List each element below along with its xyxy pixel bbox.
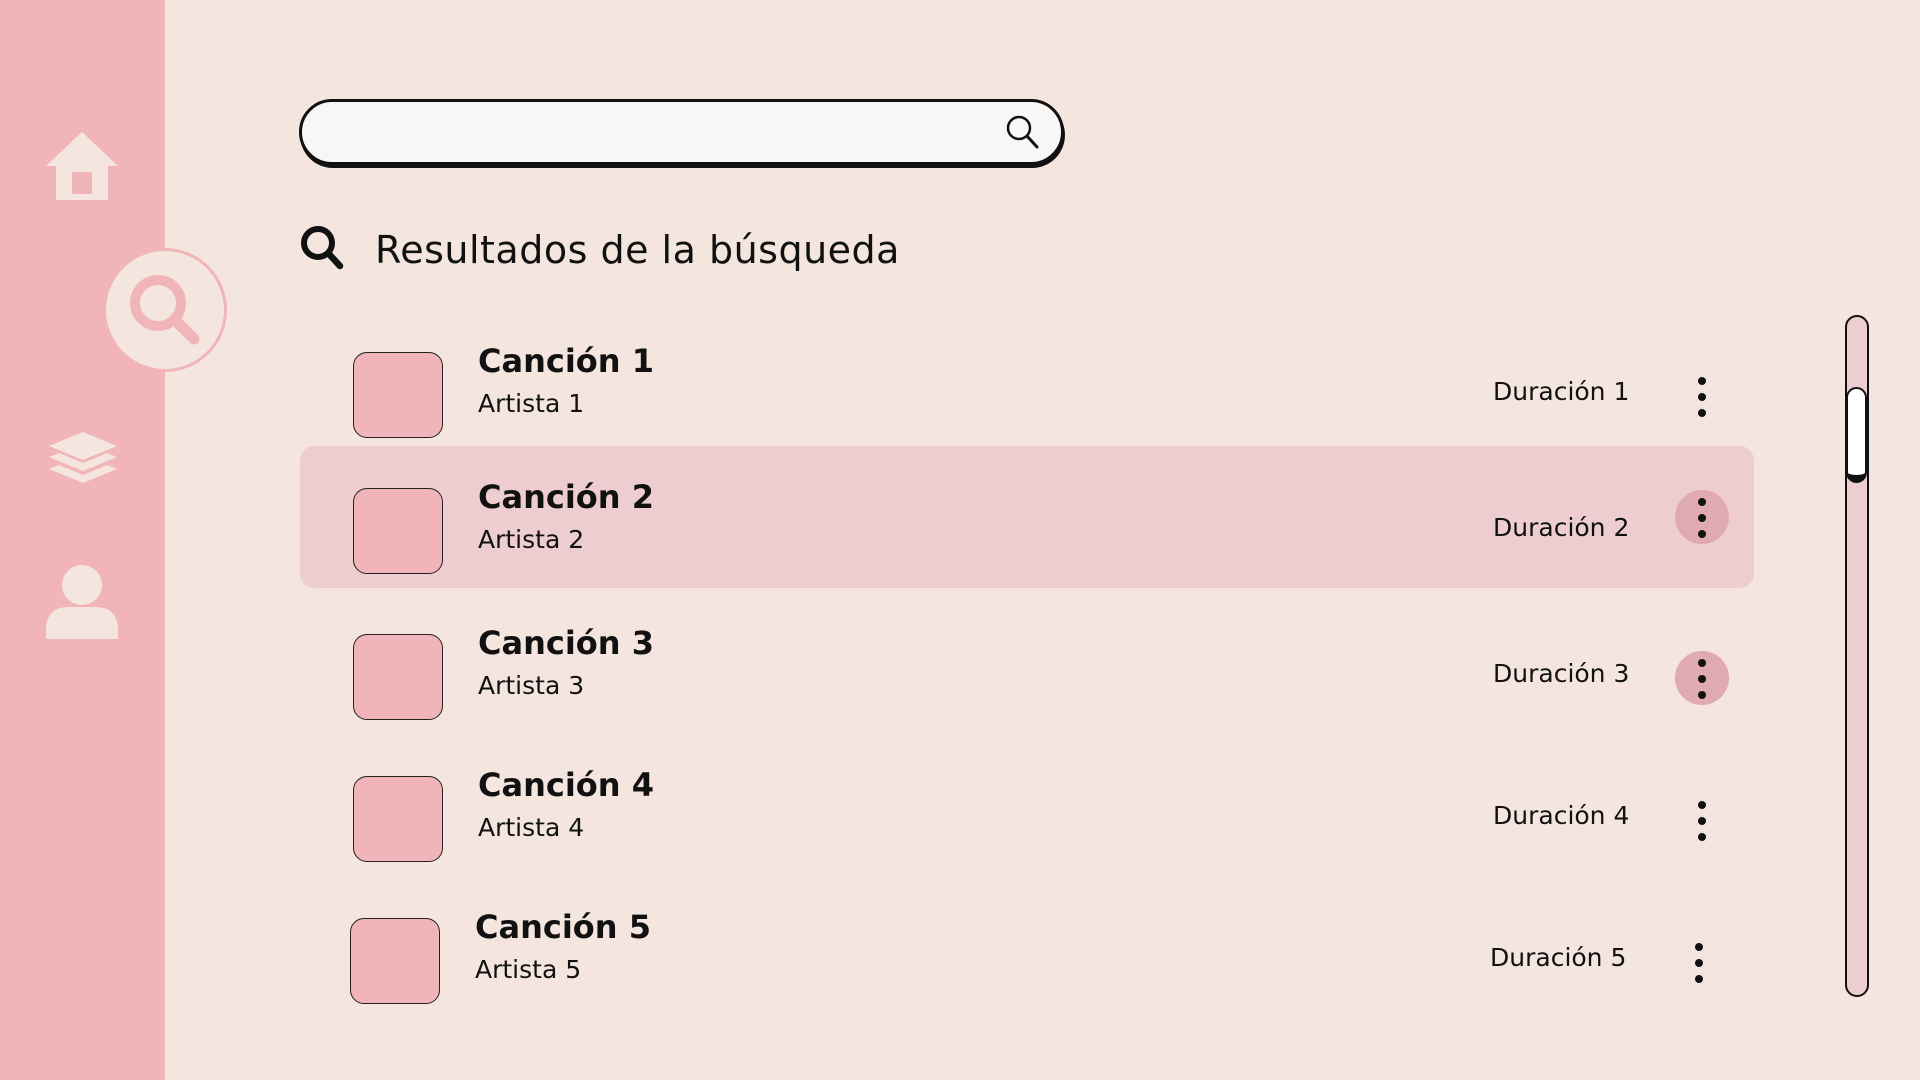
sidebar-item-search[interactable]	[103, 248, 227, 372]
song-duration: Duración 3	[1493, 659, 1630, 688]
song-artist: Artista 3	[478, 671, 585, 700]
song-duration: Duración 2	[1493, 513, 1630, 542]
more-vertical-icon	[1698, 801, 1706, 841]
more-options-button[interactable]	[1675, 793, 1729, 847]
layers-icon	[49, 432, 117, 483]
song-artist: Artista 2	[478, 525, 585, 554]
more-vertical-icon	[1698, 377, 1706, 417]
search-icon	[299, 224, 345, 276]
song-artist: Artista 1	[478, 389, 585, 418]
sidebar-item-home[interactable]	[46, 130, 118, 202]
search-bar	[299, 99, 1064, 165]
song-thumbnail	[353, 776, 443, 862]
more-options-button[interactable]	[1675, 490, 1729, 544]
search-submit-button[interactable]	[1005, 114, 1039, 154]
song-duration: Duración 5	[1490, 943, 1627, 972]
song-row[interactable]: Canción 5 Artista 5 Duración 5	[297, 891, 1751, 1033]
more-options-button[interactable]	[1675, 651, 1729, 705]
results-title: Resultados de la búsqueda	[375, 228, 900, 272]
song-thumbnail	[353, 488, 443, 574]
scrollbar-thumb[interactable]	[1846, 387, 1867, 483]
more-options-button[interactable]	[1672, 935, 1726, 989]
song-title: Canción 1	[478, 342, 654, 380]
more-vertical-icon	[1698, 498, 1706, 538]
search-icon	[130, 275, 200, 345]
home-icon	[46, 132, 118, 200]
song-row[interactable]: Canción 3 Artista 3 Duración 3	[300, 607, 1754, 749]
sidebar-item-profile[interactable]	[46, 565, 118, 639]
song-title: Canción 5	[475, 908, 651, 946]
search-input[interactable]	[330, 110, 974, 156]
song-thumbnail	[353, 352, 443, 438]
song-title: Canción 2	[478, 478, 654, 516]
song-title: Canción 3	[478, 624, 654, 662]
user-icon	[46, 565, 118, 639]
sidebar	[0, 0, 227, 1080]
song-duration: Duración 4	[1493, 801, 1630, 830]
song-duration: Duración 1	[1493, 377, 1630, 406]
more-vertical-icon	[1698, 659, 1706, 699]
song-artist: Artista 4	[478, 813, 585, 842]
song-thumbnail	[353, 634, 443, 720]
song-thumbnail	[350, 918, 440, 1004]
song-title: Canción 4	[478, 766, 654, 804]
more-options-button[interactable]	[1675, 369, 1729, 423]
more-vertical-icon	[1695, 943, 1703, 983]
scrollbar-track[interactable]	[1845, 315, 1869, 997]
song-row[interactable]: Canción 2 Artista 2 Duración 2	[300, 446, 1754, 588]
sidebar-item-library[interactable]	[47, 430, 119, 486]
search-icon	[1006, 115, 1039, 149]
results-header: Resultados de la búsqueda	[299, 222, 900, 278]
song-artist: Artista 5	[475, 955, 582, 984]
song-row[interactable]: Canción 4 Artista 4 Duración 4	[300, 749, 1754, 891]
